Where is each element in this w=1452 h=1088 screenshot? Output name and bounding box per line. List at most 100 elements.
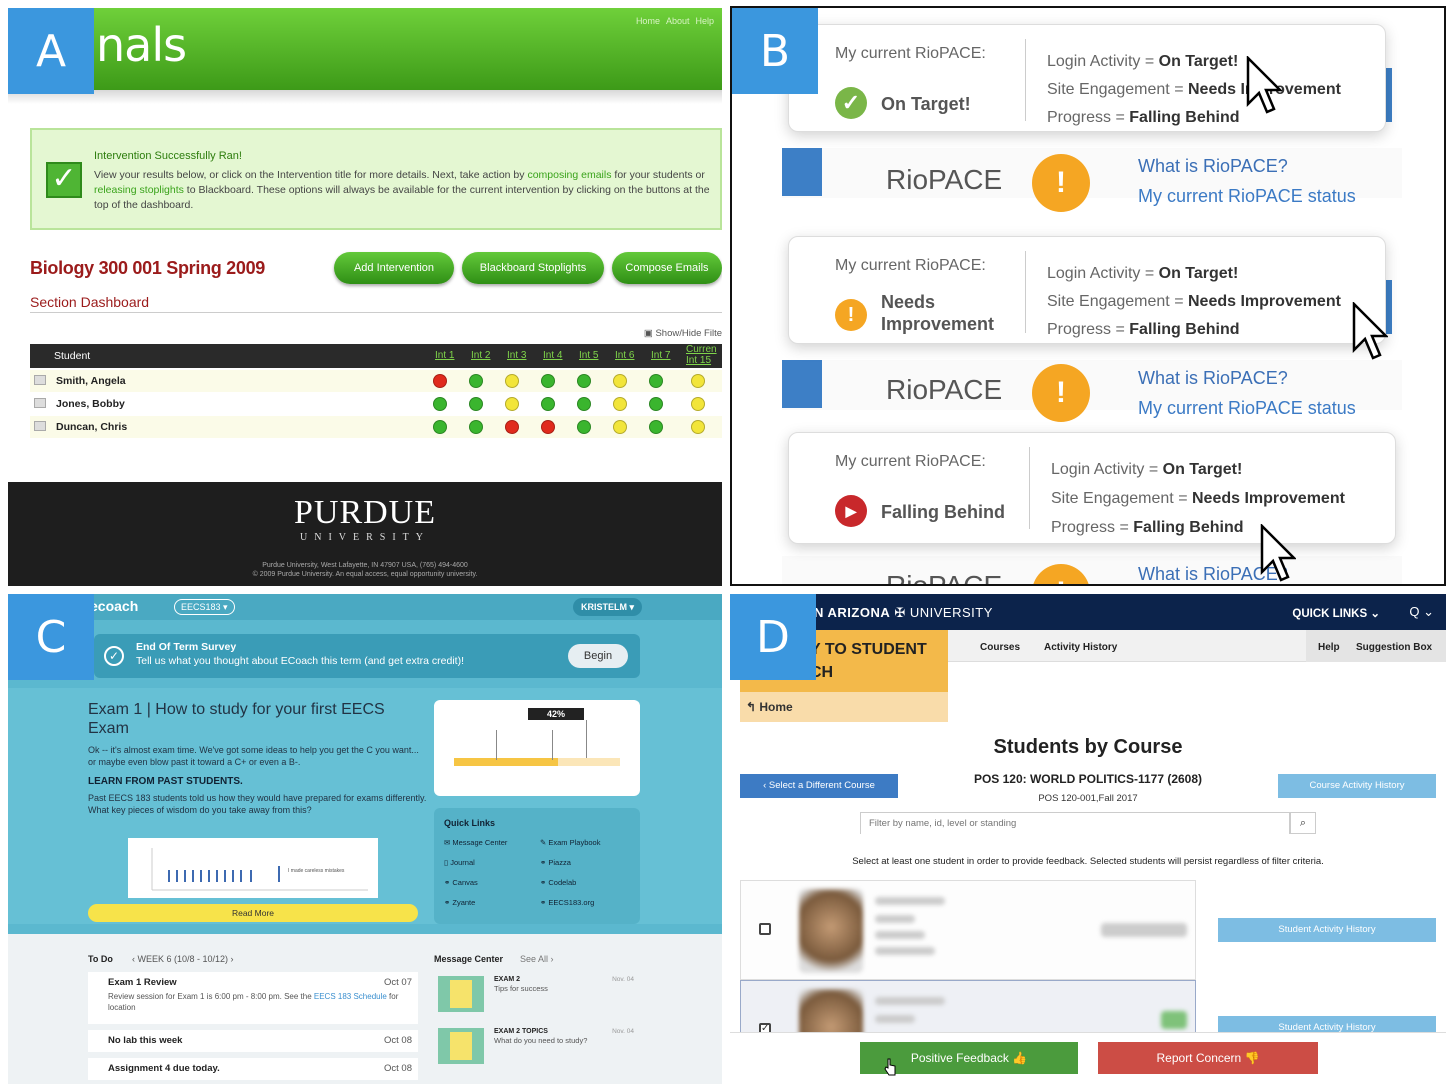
past-students-chart: I made careless mistakes — [128, 838, 378, 898]
todo-desc: Review session for Exam 1 is 6:00 pm - 8… — [108, 991, 408, 1013]
panel-label-d: D — [730, 594, 816, 680]
quick-link-piazza[interactable]: ⚭ Piazza — [540, 858, 571, 867]
filter-input[interactable] — [861, 813, 1289, 834]
course-activity-history-button[interactable]: Course Activity History — [1278, 774, 1436, 798]
link-label: EECS183.org — [548, 898, 595, 907]
week-selector[interactable]: ‹ WEEK 6 (10/8 - 10/12) › — [132, 954, 234, 964]
nav-courses[interactable]: Courses — [980, 642, 1020, 653]
riopace-status-link[interactable]: My current RioPACE status — [1138, 398, 1356, 419]
course-selector[interactable]: EECS183 ▾ — [174, 599, 235, 615]
table-row[interactable]: Jones, Bobby — [30, 393, 722, 415]
signals-logo: nals — [96, 18, 187, 72]
show-hide-filter[interactable]: ▣ Show/Hide Filte — [644, 328, 722, 339]
student-checkbox[interactable] — [759, 923, 771, 935]
nav-home[interactable]: Home — [636, 16, 660, 26]
panel-a-course-signals: nals Home About Help ✓ Intervention Succ… — [8, 8, 722, 586]
quick-link-journal[interactable]: ▯ Journal — [444, 858, 475, 867]
home-link[interactable]: ↰ Home — [746, 700, 793, 714]
course-title: Biology 300 001 Spring 2009 — [30, 258, 266, 278]
stoplight-green — [541, 397, 555, 411]
ecoach-logo[interactable]: ecoach — [90, 598, 138, 614]
message-item[interactable]: EXAM 2 Tips for success Nov. 04 — [434, 972, 640, 1016]
selection-note: Select at least one student in order to … — [852, 856, 1324, 867]
todo-item[interactable]: Assignment 4 due today. Oct 08 — [88, 1058, 418, 1080]
divider — [1025, 251, 1026, 333]
survey-title: End Of Term Survey — [136, 641, 237, 653]
user-menu[interactable]: KRISTELM ▾ — [572, 598, 642, 616]
link-label: Canvas — [452, 878, 478, 887]
message-body: Tips for success — [494, 984, 548, 993]
quick-link-codelab[interactable]: ⚭ Codelab — [540, 878, 576, 887]
quick-link-canvas[interactable]: ⚭ Canvas — [444, 878, 478, 887]
todo-item[interactable]: Exam 1 Review Oct 07 Review session for … — [88, 972, 418, 1024]
int-5-header[interactable]: Int 5 — [579, 350, 598, 361]
document-icon[interactable] — [34, 421, 46, 431]
document-icon[interactable] — [34, 398, 46, 408]
warning-icon: ! — [1032, 364, 1090, 422]
quick-link-zyante[interactable]: ⚭ Zyante — [444, 898, 475, 907]
composing-emails-link[interactable]: composing emails — [527, 169, 611, 181]
nav-about[interactable]: About — [666, 16, 690, 26]
riopace-title: RioPACE — [886, 374, 1003, 405]
table-row[interactable]: Duncan, Chris — [30, 416, 722, 438]
stoplight-yellow — [691, 374, 705, 388]
int-7-header[interactable]: Int 7 — [651, 350, 670, 361]
todo-item[interactable]: No lab this week Oct 08 — [88, 1030, 418, 1052]
notice-text-1: View your results below, or click on the… — [94, 169, 528, 181]
int-1-header[interactable]: Int 1 — [435, 350, 454, 361]
add-intervention-button[interactable]: Add Intervention — [334, 252, 454, 284]
int-2-header[interactable]: Int 2 — [471, 350, 490, 361]
stoplight-green — [469, 374, 483, 388]
what-is-riopace-link[interactable]: What is RioPACE? — [1138, 156, 1288, 177]
blurred-detail — [875, 915, 915, 923]
report-concern-button[interactable]: Report Concern 👎 — [1098, 1042, 1318, 1074]
ecoach-topbar: ecoach EECS183 ▾ KRISTELM ▾ — [8, 594, 722, 620]
stoplight-yellow — [613, 374, 627, 388]
blackboard-stoplights-button[interactable]: Blackboard Stoplights — [462, 252, 604, 284]
link-label: Message Center — [452, 838, 508, 847]
nav-activity-history[interactable]: Activity History — [1044, 642, 1117, 653]
stoplight-green — [469, 397, 483, 411]
site-engagement: Site Engagement = Needs Improvement — [1047, 81, 1341, 99]
message-date: Nov. 04 — [612, 976, 634, 983]
int-3-header[interactable]: Int 3 — [507, 350, 526, 361]
what-is-riopace-link[interactable]: What is RioPACE? — [1138, 368, 1288, 389]
schedule-link[interactable]: EECS 183 Schedule — [314, 992, 387, 1001]
status-line-1: Needs — [881, 292, 936, 312]
help-link[interactable]: Help — [1318, 642, 1340, 653]
compose-emails-button[interactable]: Compose Emails — [612, 252, 722, 284]
grade-bar-filled — [454, 758, 558, 766]
document-icon[interactable] — [34, 375, 46, 385]
search-icon[interactable]: ⌕ — [1290, 812, 1316, 834]
quick-link-message-center[interactable]: ✉ Message Center — [444, 838, 507, 847]
site-engagement: Site Engagement = Needs Improvement — [1051, 490, 1345, 508]
message-item[interactable]: EXAM 2 TOPICS What do you need to study?… — [434, 1024, 640, 1068]
message-date: Nov. 04 — [612, 1028, 634, 1035]
stoplight-yellow — [613, 397, 627, 411]
nav-help[interactable]: Help — [695, 16, 714, 26]
top-nav: Home About Help — [636, 16, 714, 26]
begin-button[interactable]: Begin — [568, 644, 628, 668]
blurred-name — [875, 997, 945, 1005]
check-circle-icon: ✓ — [104, 646, 124, 666]
quick-links-menu[interactable]: QUICK LINKS ⌄ — [1292, 606, 1380, 620]
riopace-title: RioPACE — [886, 164, 1003, 195]
quick-link-eecs183[interactable]: ⚭ EECS183.org — [540, 898, 594, 907]
stoplight-green — [541, 374, 555, 388]
suggestion-box-link[interactable]: Suggestion Box — [1356, 642, 1432, 653]
current-label: My current RioPACE: — [835, 453, 986, 470]
quick-link-exam-playbook[interactable]: ✎ Exam Playbook — [540, 838, 600, 847]
search-icon[interactable]: Q ⌄ — [1409, 604, 1434, 620]
table-row[interactable]: Smith, Angela — [30, 370, 722, 392]
student-activity-history-button[interactable]: Student Activity History — [1218, 918, 1436, 942]
int-6-header[interactable]: Int 6 — [615, 350, 634, 361]
current-int-header[interactable]: Curren Int 15 — [686, 344, 717, 366]
university-name[interactable]: N ARIZONA ✠ UNIVERSITY — [814, 605, 993, 621]
stoplight-green — [577, 420, 591, 434]
riopace-status-link[interactable]: My current RioPACE status — [1138, 186, 1356, 207]
int-4-header[interactable]: Int 4 — [543, 350, 562, 361]
releasing-stoplights-link[interactable]: releasing stoplights — [94, 184, 184, 196]
see-all-link[interactable]: See All › — [520, 954, 554, 964]
read-more-button[interactable]: Read More — [88, 904, 418, 922]
warning-icon: ! — [835, 299, 867, 331]
